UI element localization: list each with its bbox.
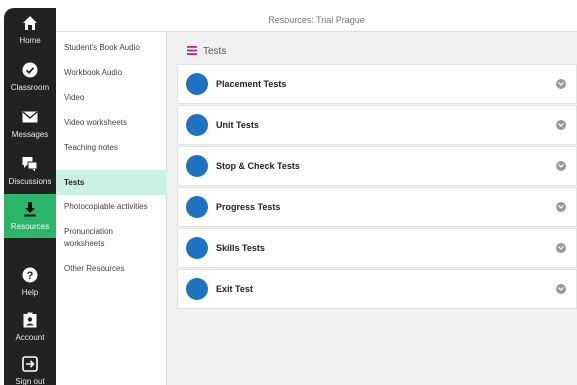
rail-label: Messages xyxy=(11,130,49,139)
rail-label: Home xyxy=(19,36,41,45)
section-title: Tests xyxy=(203,45,227,57)
main-panel: Tests Placement Tests Unit Tests Stop & … xyxy=(167,32,577,385)
list-menu-icon xyxy=(187,42,197,60)
check-circle-icon xyxy=(21,61,39,79)
subnav-item-video[interactable]: Video xyxy=(56,90,167,106)
rail-label: Classroom xyxy=(10,83,50,92)
chevron-down-icon[interactable] xyxy=(556,120,566,130)
rail-label: Sign out xyxy=(15,377,45,385)
question-icon: ? xyxy=(21,266,39,284)
item-icon xyxy=(186,155,208,177)
subnav-item-workbook-audio[interactable]: Workbook Audio xyxy=(56,65,167,81)
chevron-down-icon[interactable] xyxy=(556,202,566,212)
resource-category-list: Student's Book Audio Workbook Audio Vide… xyxy=(56,32,167,385)
rail-item-classroom[interactable]: Classroom xyxy=(4,55,56,99)
item-label: Unit Tests xyxy=(216,120,259,130)
section-header: Tests xyxy=(187,44,226,58)
app-window: Home Classroom Messages Discussions Reso… xyxy=(4,8,577,385)
subnav-item-tests[interactable]: Tests xyxy=(56,170,167,195)
svg-text:?: ? xyxy=(27,270,34,282)
list-item-stop-check-tests[interactable]: Stop & Check Tests xyxy=(177,146,577,186)
item-label: Exit Test xyxy=(216,284,253,294)
chevron-down-icon[interactable] xyxy=(556,161,566,171)
item-label: Progress Tests xyxy=(216,202,281,212)
item-icon xyxy=(186,278,208,300)
item-icon xyxy=(186,114,208,136)
badge-icon xyxy=(21,311,39,329)
top-bar: Resources: Trial Prague xyxy=(56,8,577,32)
subnav-item-teaching-notes[interactable]: Teaching notes xyxy=(56,140,167,156)
rail-item-messages[interactable]: Messages xyxy=(4,102,56,146)
rail-label: Discussions xyxy=(8,177,52,186)
rail-item-sign-out[interactable]: Sign out xyxy=(4,349,56,385)
item-icon xyxy=(186,196,208,218)
item-label: Stop & Check Tests xyxy=(216,161,300,171)
list-item-skills-tests[interactable]: Skills Tests xyxy=(177,228,577,268)
chat-bubbles-icon xyxy=(21,155,39,173)
list-item-progress-tests[interactable]: Progress Tests xyxy=(177,187,577,227)
item-label: Skills Tests xyxy=(216,243,265,253)
item-label: Placement Tests xyxy=(216,79,287,89)
rail-label: Account xyxy=(15,333,45,342)
sign-out-icon xyxy=(21,355,39,373)
rail-label: Resources xyxy=(10,222,50,231)
rail-item-help[interactable]: ? Help xyxy=(4,260,56,304)
list-item-placement-tests[interactable]: Placement Tests xyxy=(177,64,577,104)
subnav-item-other-resources[interactable]: Other Resources xyxy=(56,261,167,277)
list-item-exit-test[interactable]: Exit Test xyxy=(177,269,577,309)
rail-item-discussions[interactable]: Discussions xyxy=(4,149,56,193)
envelope-icon xyxy=(21,108,39,126)
chevron-down-icon[interactable] xyxy=(556,243,566,253)
download-icon xyxy=(21,200,39,218)
chevron-down-icon[interactable] xyxy=(556,284,566,294)
page-title: Resources: Trial Prague xyxy=(268,14,365,25)
subnav-item-students-book-audio[interactable]: Student's Book Audio xyxy=(56,40,167,56)
home-icon xyxy=(21,14,39,32)
subnav-item-pronunciation-worksheets[interactable]: Pronunciation worksheets xyxy=(56,225,146,251)
rail-item-account[interactable]: Account xyxy=(4,305,56,349)
list-item-unit-tests[interactable]: Unit Tests xyxy=(177,105,577,145)
subnav-item-video-worksheets[interactable]: Video worksheets xyxy=(56,115,167,131)
rail-item-home[interactable]: Home xyxy=(4,8,56,52)
rail-item-resources[interactable]: Resources xyxy=(4,194,56,238)
item-icon xyxy=(186,237,208,259)
main-navigation-rail: Home Classroom Messages Discussions Reso… xyxy=(4,8,56,385)
rail-label: Help xyxy=(21,288,39,297)
subnav-item-photocopiable-activities[interactable]: Photocopiable activities xyxy=(56,199,167,215)
chevron-down-icon[interactable] xyxy=(556,79,566,89)
item-icon xyxy=(186,73,208,95)
